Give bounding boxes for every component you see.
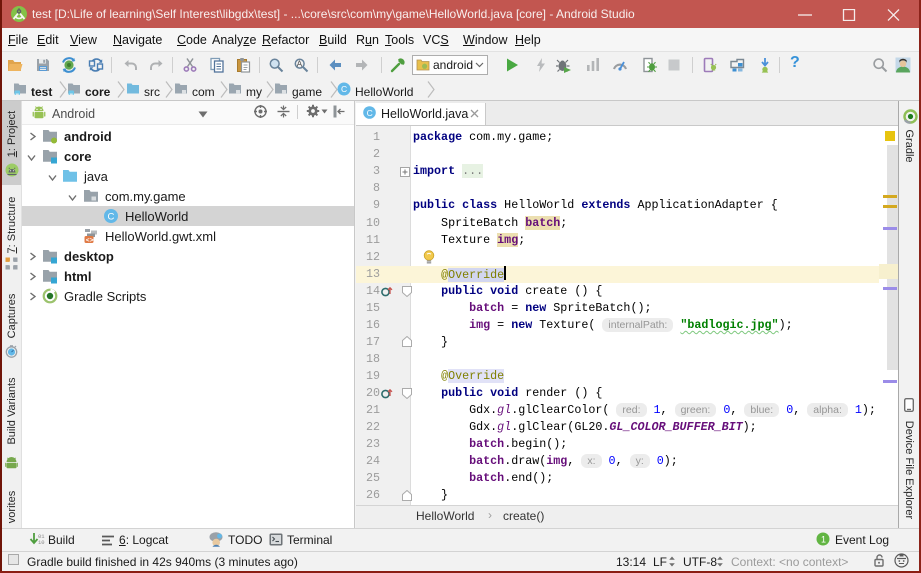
svg-text:A: A xyxy=(297,60,303,69)
svg-text:10: 10 xyxy=(38,539,45,546)
svg-text:C: C xyxy=(341,84,347,94)
svg-text:1: 1 xyxy=(821,534,826,544)
svg-text:C: C xyxy=(367,108,373,118)
svg-text:<>: <> xyxy=(86,237,94,244)
svg-text:C: C xyxy=(108,212,115,223)
